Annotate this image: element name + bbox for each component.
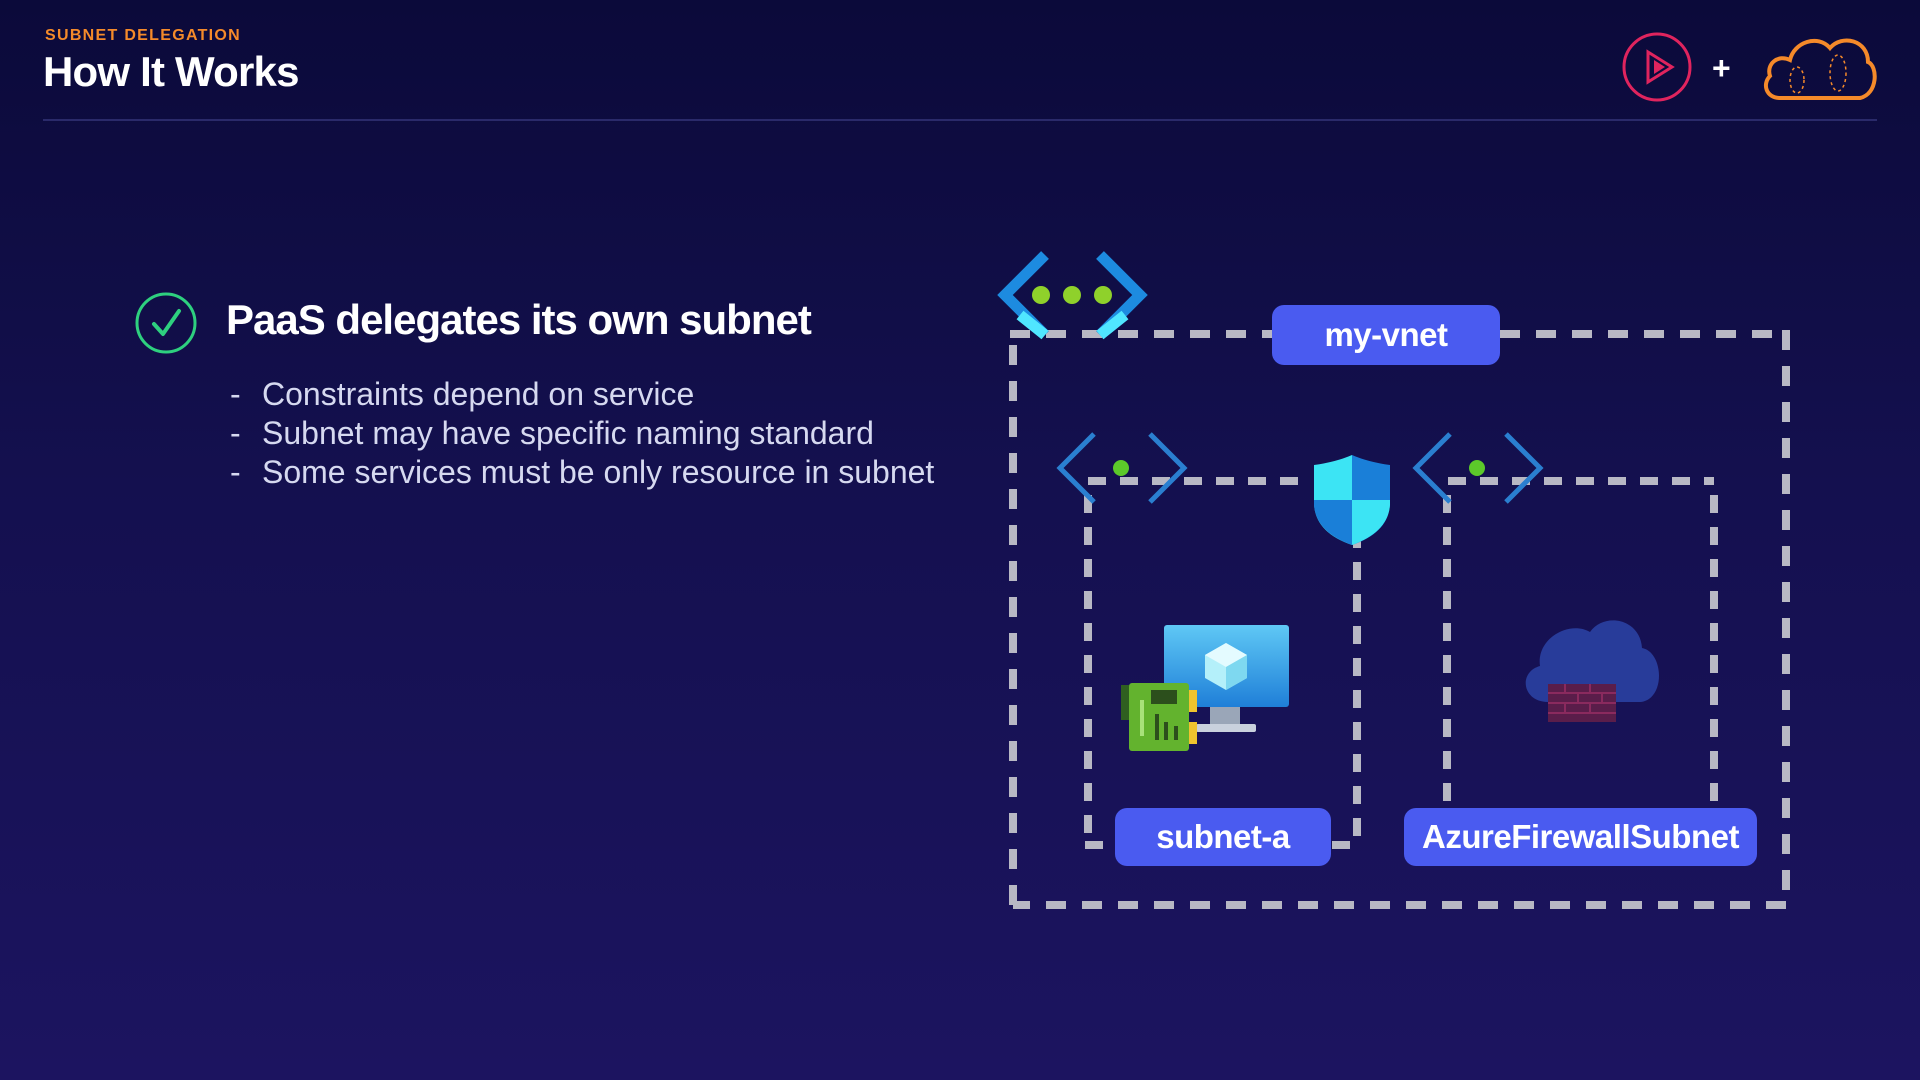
vnet-label: my-vnet	[1272, 305, 1500, 365]
subnet-a-label: subnet-a	[1115, 808, 1331, 866]
network-interface-icon	[1121, 683, 1197, 751]
firewall-icon	[1525, 620, 1659, 722]
shield-icon	[1314, 455, 1390, 545]
subnet-icon-dot	[1113, 460, 1129, 476]
vnet-icon	[997, 251, 1148, 340]
subnet-icon-dot	[1469, 460, 1485, 476]
network-diagram	[997, 251, 1790, 909]
firewall-subnet-label: AzureFirewallSubnet	[1404, 808, 1757, 866]
